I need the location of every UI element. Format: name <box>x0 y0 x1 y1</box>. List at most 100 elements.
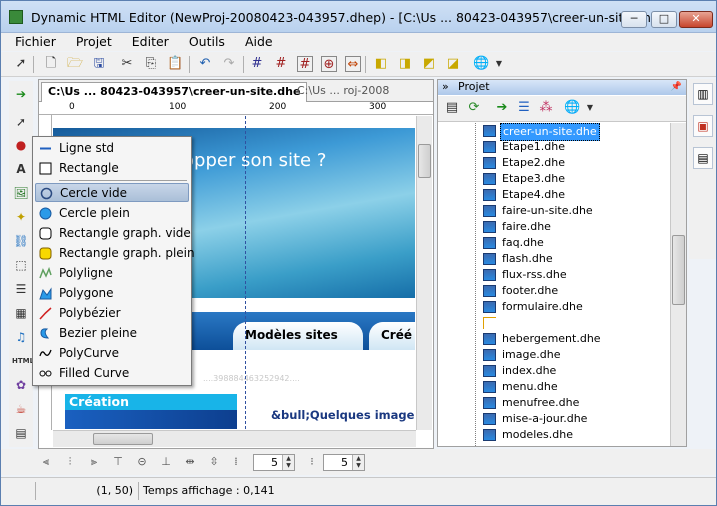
html-tool-icon[interactable]: HTML <box>12 352 34 370</box>
menu-item-polyligne[interactable]: Polyligne <box>35 264 189 283</box>
pin-icon[interactable]: 📌 <box>671 80 682 94</box>
maximize-button[interactable]: □ <box>651 11 677 28</box>
menu-fichier[interactable]: Fichier <box>1 33 62 49</box>
close-button[interactable]: ✕ <box>679 11 713 28</box>
select-tool-icon[interactable]: ➚ <box>12 113 30 131</box>
redo-icon[interactable]: ↷ <box>221 56 237 72</box>
file-name-label: menu.dhe <box>502 380 558 393</box>
menu-item-rectangle-graph-vide[interactable]: Rectangle graph. vide <box>35 224 191 243</box>
image-tool-icon[interactable]: 🖼 <box>12 184 30 202</box>
copy-icon[interactable]: ⎘ <box>143 56 159 72</box>
file-name-label: footer.dhe <box>502 284 559 297</box>
sitemap-icon[interactable]: ⁂ <box>538 100 554 116</box>
grid-icon[interactable]: # <box>249 56 265 72</box>
nav-tab-creer[interactable]: Créé <box>369 322 415 350</box>
canvas-horizontal-scrollbar[interactable] <box>53 430 416 447</box>
file-name-label: faire.dhe <box>502 220 551 233</box>
creation-menu-box[interactable] <box>65 410 237 429</box>
music-tool-icon[interactable]: ♫ <box>12 328 30 346</box>
spacing-x-stepper[interactable]: 5 ▲ ▼ <box>253 454 295 471</box>
shapes-tool-icon[interactable]: ● <box>12 136 30 154</box>
layer-up-icon[interactable]: ◩ <box>421 56 437 72</box>
canvas-vertical-scrollbar[interactable] <box>416 116 432 430</box>
new-file-icon[interactable]: 🗋 <box>43 56 59 72</box>
file-name-label: formulaire.dhe <box>502 300 583 313</box>
align-center-icon[interactable]: ⫶ <box>63 455 77 469</box>
java-tool-icon[interactable]: ☕ <box>12 400 30 418</box>
menu-projet[interactable]: Projet <box>62 33 118 49</box>
globe-icon[interactable]: 🌐 <box>473 56 489 72</box>
pointer-icon[interactable]: ➚ <box>13 56 29 72</box>
menu-item-rectangle[interactable]: Rectangle <box>35 159 189 178</box>
bullet-text[interactable]: &bull;Quelques image <box>271 408 414 422</box>
same-height-icon[interactable]: ⇳ <box>207 455 221 469</box>
page-file-icon <box>483 221 496 233</box>
globe-dropdown-icon[interactable]: ▼ <box>491 56 507 72</box>
publish-dropdown-icon[interactable]: ▼ <box>582 100 598 116</box>
grid-snap-icon[interactable]: # <box>273 56 289 72</box>
cut-icon[interactable]: ✂ <box>119 56 135 72</box>
plugin-tool-icon[interactable]: ✿ <box>12 376 30 394</box>
undo-icon[interactable]: ↶ <box>197 56 213 72</box>
align-grid-icon[interactable]: # <box>297 56 313 72</box>
styles-panel-icon[interactable]: ▤ <box>693 147 713 169</box>
menu-item-polygone[interactable]: Polygone <box>35 284 189 303</box>
link-tool-icon[interactable]: ⛓ <box>12 232 30 250</box>
layer-back-icon[interactable]: ◨ <box>397 56 413 72</box>
menu-aide[interactable]: Aide <box>231 33 279 49</box>
paste-icon[interactable]: 📋 <box>167 56 183 72</box>
scroll-thumb[interactable] <box>418 144 431 178</box>
publish-globe-icon[interactable]: 🌐 <box>564 100 580 116</box>
collapse-panel-icon[interactable]: » <box>442 80 449 94</box>
file-name-label: faire-un-site.dhe <box>502 204 593 217</box>
refresh-icon[interactable]: ⟳ <box>466 100 482 116</box>
menu-item-bezier-pleine[interactable]: Bezier pleine <box>35 324 189 343</box>
properties-panel-icon[interactable]: ▣ <box>693 115 713 137</box>
resize-icon[interactable]: ⇔ <box>345 56 361 72</box>
form-tool-icon[interactable]: ☰ <box>12 280 30 298</box>
menu-item-polycurve[interactable]: PolyCurve <box>35 344 189 363</box>
menu-item-ligne-std[interactable]: Ligne std <box>35 139 189 158</box>
menu-item-cercle-vide[interactable]: Cercle vide <box>35 183 189 202</box>
spacing-y-stepper[interactable]: 5 ▲ ▼ <box>323 454 365 471</box>
panel-toggle-icon[interactable]: ▥ <box>693 83 713 105</box>
save-icon[interactable]: 🖫 <box>91 56 107 72</box>
main-toolbar: ➚ 🗋 🗁 🖫 ✂ ⎘ 📋 ↶ ↷ # # # ⊕ ⇔ ◧ ◨ ◩ ◪ 🌐 ▼ <box>1 52 716 77</box>
anchor-icon[interactable]: ⊕ <box>321 56 337 72</box>
distribute-v-icon[interactable]: ⁝ <box>305 455 319 469</box>
align-middle-icon[interactable]: ⊝ <box>135 455 149 469</box>
align-top-icon[interactable]: ⊤ <box>111 455 125 469</box>
calendar-tool-icon[interactable]: ▤ <box>12 424 30 442</box>
frame-tool-icon[interactable]: ⬚ <box>12 256 30 274</box>
align-right-icon[interactable]: ⫸ <box>87 455 101 469</box>
same-width-icon[interactable]: ⇹ <box>183 455 197 469</box>
distribute-icon[interactable]: ⁞ <box>229 455 243 469</box>
layer-front-icon[interactable]: ◧ <box>373 56 389 72</box>
layer-down-icon[interactable]: ◪ <box>445 56 461 72</box>
creation-heading[interactable]: Création <box>65 394 237 410</box>
open-folder-icon[interactable]: 🗁 <box>67 56 83 72</box>
scroll-thumb[interactable] <box>93 433 153 445</box>
project-tree-scrollbar[interactable] <box>670 123 686 446</box>
tab-other-document[interactable]: C:\Us ... roj-2008 <box>291 82 395 102</box>
tab-creer-un-site[interactable]: C:\Us ... 80423-043957\creer-un-site.dhe <box>41 82 308 102</box>
import-icon[interactable]: ➔ <box>12 85 30 103</box>
menu-item-polybezier[interactable]: Polybézier <box>35 304 189 323</box>
menu-outils[interactable]: Outils <box>175 33 231 49</box>
menu-editer[interactable]: Editer <box>118 33 175 49</box>
project-settings-icon[interactable]: ▤ <box>444 100 460 116</box>
nav-tab-modeles-sites[interactable]: Modèles sites <box>233 322 363 350</box>
minimize-button[interactable]: ─ <box>621 11 647 28</box>
flash-tool-icon[interactable]: ✦ <box>12 208 30 226</box>
align-bottom-icon[interactable]: ⊥ <box>159 455 173 469</box>
scroll-thumb[interactable] <box>672 235 685 305</box>
menu-item-rectangle-graph-plein[interactable]: Rectangle graph. plein <box>35 244 195 263</box>
table-tool-icon[interactable]: ▦ <box>12 304 30 322</box>
add-page-icon[interactable]: ➔ <box>494 100 510 116</box>
menu-item-cercle-plein[interactable]: Cercle plein <box>35 204 189 223</box>
ruler-mark-100: 100 <box>169 102 187 112</box>
page-list-icon[interactable]: ☰ <box>516 100 532 116</box>
align-left-icon[interactable]: ⫷ <box>39 455 53 469</box>
menu-item-filled-curve[interactable]: Filled Curve <box>35 364 189 383</box>
text-tool-icon[interactable]: A <box>12 160 30 178</box>
